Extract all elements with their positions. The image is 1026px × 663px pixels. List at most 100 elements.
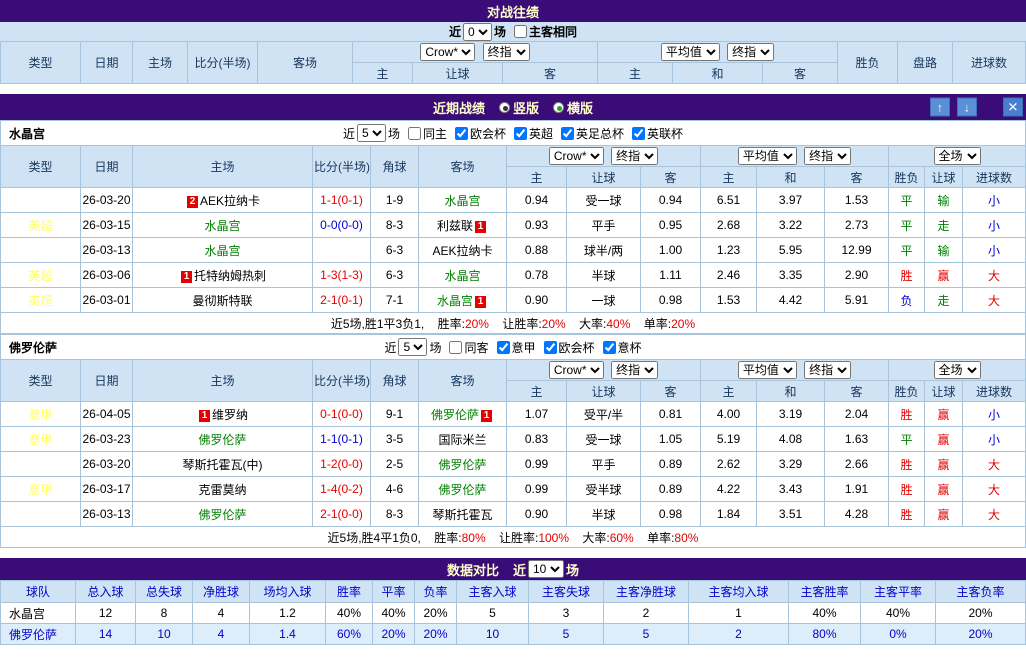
corners-cell: 6-3 — [371, 263, 419, 288]
avg-odds-group: 平均值 终指 — [701, 146, 889, 167]
away-team-name: 水晶宫 — [437, 294, 473, 308]
same-home-checkbox[interactable] — [408, 127, 421, 140]
compare-team-cell[interactable]: 水晶宫 — [1, 603, 76, 624]
odds-company-select[interactable]: Crow* — [420, 43, 475, 61]
away-team-cell[interactable]: 佛罗伦萨 — [419, 477, 507, 502]
move-down-button[interactable]: ↓ — [957, 98, 977, 117]
fullmatch-select[interactable]: 全场 — [934, 361, 981, 379]
odds-final-select[interactable]: 终指 — [611, 361, 658, 379]
avg-final-select[interactable]: 终指 — [727, 43, 774, 61]
sub-home2: 主 — [598, 63, 673, 84]
compare-value: 14 — [76, 624, 136, 645]
odds-home-cell: 0.88 — [507, 238, 567, 263]
away-team-cell[interactable]: 国际米兰 — [419, 427, 507, 452]
home-team-cell[interactable]: 1维罗纳 — [133, 402, 313, 427]
home-team-cell[interactable]: 曼彻斯特联 — [133, 288, 313, 313]
result-cell: 平 — [889, 238, 925, 263]
odds-home-cell: 0.99 — [507, 452, 567, 477]
same-away-label: 同客 — [464, 339, 488, 356]
match-row: 英超 26-03-01 曼彻斯特联 2-1(0-1) 7-1 水晶宫1 0.90… — [1, 288, 1026, 313]
away-team-cell[interactable]: 佛罗伦萨1 — [419, 402, 507, 427]
away-team-cell[interactable]: 水晶宫 — [419, 188, 507, 213]
same-venue-checkbox[interactable] — [514, 25, 527, 38]
sub-handicap: 让球 — [413, 63, 503, 84]
sub-draw: 和 — [673, 63, 763, 84]
vertical-layout-radio[interactable] — [499, 102, 510, 113]
stat-label: 大率: — [579, 317, 606, 331]
home-team-cell[interactable]: 克雷莫纳 — [133, 477, 313, 502]
odds-company-select[interactable]: Crow* — [549, 147, 604, 165]
sub-home: 主 — [507, 167, 567, 188]
summary-record: 近5场,胜4平1负0, — [328, 531, 421, 545]
home-team-cell[interactable]: 琴斯托霍瓦(中) — [133, 452, 313, 477]
compare-value: 20% — [415, 624, 457, 645]
odds-company-select[interactable]: Crow* — [549, 361, 604, 379]
home-team-cell[interactable]: 2AEK拉纳卡 — [133, 188, 313, 213]
league-filter-checkbox[interactable] — [603, 341, 616, 354]
compare-value: 20% — [373, 624, 415, 645]
odds-home-cell: 1.07 — [507, 402, 567, 427]
move-up-button[interactable]: ↑ — [930, 98, 950, 117]
avg-final-select[interactable]: 终指 — [804, 361, 851, 379]
avg-odds-select[interactable]: 平均值 — [738, 361, 797, 379]
compare-near-select[interactable]: 10 — [528, 560, 564, 578]
red-card-badge: 1 — [481, 410, 492, 422]
away-team-cell[interactable]: 水晶宫1 — [419, 288, 507, 313]
same-away-checkbox[interactable] — [449, 341, 462, 354]
fullmatch-select[interactable]: 全场 — [934, 147, 981, 165]
handicap-result-cell: 输 — [925, 188, 963, 213]
col-type: 类型 — [1, 146, 81, 188]
compare-value: 10 — [457, 624, 529, 645]
score-cell: 2-1(0-1) — [313, 288, 371, 313]
compare-bar: 数据对比 近 10 场 — [0, 558, 1026, 580]
col-corner: 角球 — [371, 146, 419, 188]
avg-final-select[interactable]: 终指 — [804, 147, 851, 165]
league-filter-checkbox[interactable] — [514, 127, 527, 140]
corners-cell: 8-3 — [371, 213, 419, 238]
close-button[interactable]: ✕ — [1003, 98, 1023, 117]
match-row: 欧会杯 26-03-13 水晶宫 6-3 AEK拉纳卡 0.88 球半/两 1.… — [1, 238, 1026, 263]
home-team-cell[interactable]: 佛罗伦萨 — [133, 502, 313, 527]
away-team-cell[interactable]: 利兹联1 — [419, 213, 507, 238]
avg-odds-select[interactable]: 平均值 — [738, 147, 797, 165]
away-team-cell[interactable]: 佛罗伦萨 — [419, 452, 507, 477]
avg-odds-select[interactable]: 平均值 — [661, 43, 720, 61]
stat-label: 单率: — [644, 317, 671, 331]
team-near-select[interactable]: 5 — [398, 338, 427, 356]
result-cell: 胜 — [889, 502, 925, 527]
date-cell: 26-03-23 — [81, 427, 133, 452]
sub-draw: 和 — [757, 167, 825, 188]
compare-header: 球队 — [1, 581, 76, 603]
games-label: 场 — [566, 560, 579, 579]
league-cell: 意甲 — [1, 477, 81, 502]
league-filter-label: 英联杯 — [647, 125, 683, 142]
league-filter-checkbox[interactable] — [544, 341, 557, 354]
red-card-badge: 1 — [199, 410, 210, 422]
col-goals: 进球数 — [963, 167, 1026, 188]
home-team-cell[interactable]: 1托特纳姆热刺 — [133, 263, 313, 288]
league-filter-checkbox[interactable] — [455, 127, 468, 140]
home-team-cell[interactable]: 水晶宫 — [133, 238, 313, 263]
horizontal-layout-radio[interactable] — [553, 102, 564, 113]
compare-value: 0% — [861, 624, 936, 645]
league-filter-checkbox[interactable] — [632, 127, 645, 140]
col-result: 胜负 — [889, 381, 925, 402]
league-filter-checkbox[interactable] — [561, 127, 574, 140]
odds-final-select[interactable]: 终指 — [483, 43, 530, 61]
odds-final-select[interactable]: 终指 — [611, 147, 658, 165]
compare-team-cell[interactable]: 佛罗伦萨 — [1, 624, 76, 645]
away-team-cell[interactable]: 水晶宫 — [419, 263, 507, 288]
home-team-cell[interactable]: 水晶宫 — [133, 213, 313, 238]
sub-away: 客 — [641, 381, 701, 402]
home-team-cell[interactable]: 佛罗伦萨 — [133, 427, 313, 452]
team-near-select[interactable]: 5 — [357, 124, 386, 142]
corners-cell: 8-3 — [371, 502, 419, 527]
away-team-cell[interactable]: 琴斯托霍瓦 — [419, 502, 507, 527]
compare-value: 2 — [689, 624, 789, 645]
league-filter-checkbox[interactable] — [497, 341, 510, 354]
avg-draw-cell: 4.08 — [757, 427, 825, 452]
away-team-cell[interactable]: AEK拉纳卡 — [419, 238, 507, 263]
odds-company-group: Crow* 终指 — [353, 42, 598, 63]
h2h-table: 类型 日期 主场 比分(半场) 客场 Crow* 终指 平均值 终指 胜负 盘路… — [0, 41, 1026, 84]
h2h-near-select[interactable]: 0 — [463, 23, 492, 41]
